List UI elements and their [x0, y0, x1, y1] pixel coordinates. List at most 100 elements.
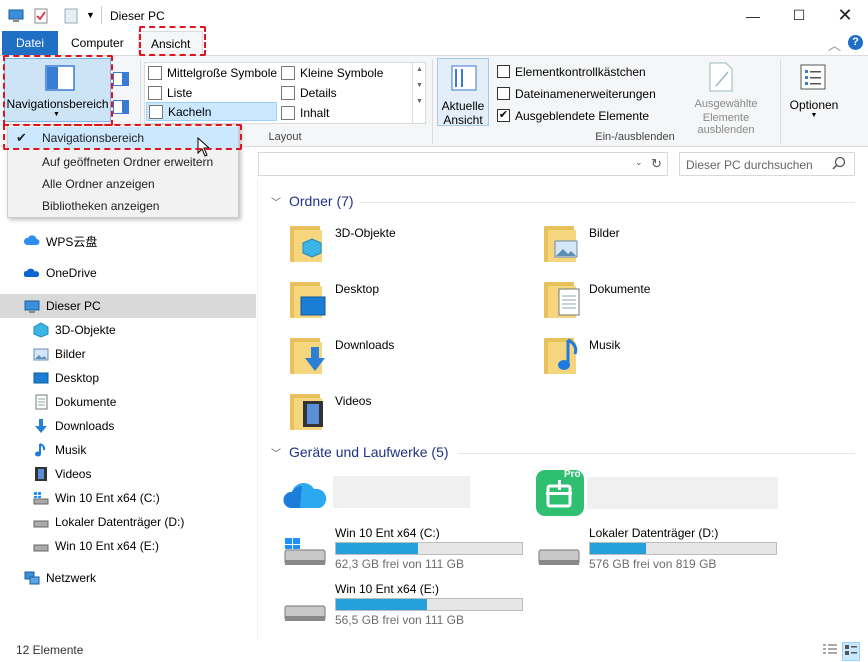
hard-drive-icon	[33, 514, 49, 530]
options-icon	[800, 64, 826, 93]
layout-content[interactable]: Inhalt	[281, 103, 329, 122]
item-checkboxes-toggle[interactable]: Elementkontrollkästchen	[497, 62, 646, 81]
tab-datei[interactable]: Datei	[2, 31, 59, 55]
pane-divider	[257, 178, 258, 640]
nav-item-drive-c[interactable]: Win 10 Ent x64 (C:)	[33, 486, 160, 510]
download-arrow-icon	[33, 418, 49, 434]
drive-free-text: 576 GB frei von 819 GB	[589, 557, 717, 571]
current-view-label-2: Ansicht	[443, 113, 483, 127]
hard-drive-icon	[33, 538, 49, 554]
nav-item-wps[interactable]: WPS云盘	[23, 229, 97, 253]
folders-section-header[interactable]: ﹀ Ordner (7)	[271, 193, 354, 209]
options-button[interactable]: Optionen ▼	[786, 60, 842, 126]
folder-label: Dokumente	[589, 282, 651, 296]
nav-item-videos[interactable]: Videos	[33, 462, 91, 486]
small-icons-icon	[281, 65, 295, 80]
folder-icon	[290, 276, 330, 320]
quick-access-dropdown-icon[interactable]: ▼	[86, 10, 102, 26]
collapse-ribbon-icon[interactable]: ︿	[828, 35, 841, 54]
nav-item-network[interactable]: Netzwerk	[24, 566, 96, 590]
chevron-down-icon: ▼	[810, 112, 818, 119]
window-title: Dieser PC	[110, 9, 165, 23]
drive-label: Win 10 Ent x64 (E:)	[335, 582, 440, 596]
folder-label: Downloads	[335, 338, 395, 352]
nav-item-3d-objects[interactable]: 3D-Objekte	[33, 318, 116, 342]
nav-item-documents[interactable]: Dokumente	[33, 390, 116, 414]
details-view-icon[interactable]	[822, 643, 838, 658]
current-view-icon	[451, 65, 477, 94]
layout-small-icons[interactable]: Kleine Symbole	[281, 63, 383, 82]
nav-label: OneDrive	[46, 266, 97, 280]
music-note-icon	[33, 442, 49, 458]
layout-list[interactable]: Liste	[148, 83, 192, 102]
pictures-icon	[33, 346, 49, 362]
tiles-view-icon[interactable]	[842, 642, 860, 661]
search-input[interactable]: Dieser PC durchsuchen	[679, 152, 855, 176]
nav-label: Bilder	[55, 347, 86, 361]
layout-details-label: Details	[300, 85, 337, 100]
nav-item-drive-d[interactable]: Lokaler Datenträger (D:)	[33, 510, 184, 534]
nav-label: Musik	[55, 443, 87, 457]
hide-selected-icon	[708, 62, 734, 95]
highlight-navigation-pane-item	[3, 124, 242, 150]
folder-label: Videos	[335, 394, 372, 408]
nav-item-downloads[interactable]: Downloads	[33, 414, 114, 438]
nav-label: Dokumente	[55, 395, 117, 409]
list-icon	[148, 85, 162, 100]
nav-label: Dieser PC	[46, 299, 101, 313]
layout-medium-icons[interactable]: Mittelgroße Symbole	[148, 63, 277, 82]
tab-computer[interactable]: Computer	[59, 31, 136, 55]
nav-item-desktop[interactable]: Desktop	[33, 366, 99, 390]
folder-icon	[544, 276, 584, 320]
drive-free-text: 56,5 GB frei von 111 GB	[335, 613, 464, 627]
nav-item-onedrive[interactable]: OneDrive	[23, 261, 97, 285]
gallery-scroll[interactable]: ▲ ▼ ▼	[412, 62, 426, 124]
layout-group-label: Layout	[268, 131, 302, 143]
drive-usage-bar	[335, 598, 523, 611]
ribbon-separator	[780, 60, 781, 144]
layout-details[interactable]: Details	[281, 83, 337, 102]
minimize-button[interactable]: —	[730, 0, 776, 31]
details-pane-icon[interactable]	[113, 100, 129, 117]
folder-icon	[544, 332, 584, 376]
drive-usage-fill	[590, 543, 646, 554]
layout-tiles-label: Kacheln	[168, 104, 212, 119]
menu-item-show-libraries[interactable]: Bibliotheken anzeigen	[8, 195, 238, 217]
help-icon[interactable]: ?	[848, 35, 863, 50]
nav-label: Win 10 Ent x64 (C:)	[55, 491, 160, 505]
this-pc-icon	[8, 8, 24, 24]
folder-label: Bilder	[589, 226, 620, 240]
refresh-icon[interactable]: ↻	[651, 156, 662, 172]
3d-objects-icon	[33, 322, 49, 338]
nav-item-music[interactable]: Musik	[33, 438, 86, 462]
nav-label: Desktop	[55, 371, 100, 385]
nav-label: Netzwerk	[46, 571, 97, 585]
nav-item-pictures[interactable]: Bilder	[33, 342, 86, 366]
layout-content-label: Inhalt	[300, 105, 330, 120]
folder-icon	[290, 388, 330, 432]
address-dropdown-icon[interactable]: ⌄	[635, 157, 643, 168]
close-button[interactable]: ✕	[822, 0, 868, 31]
drive-usage-bar	[589, 542, 777, 555]
preview-pane-icon[interactable]	[113, 72, 129, 89]
folder-label: 3D-Objekte	[335, 226, 396, 240]
maximize-button[interactable]: ☐	[776, 0, 822, 31]
nav-label: Lokaler Datenträger (D:)	[55, 515, 185, 529]
wps-cloud-icon	[23, 233, 40, 249]
nav-item-this-pc[interactable]: Dieser PC	[24, 294, 101, 318]
hidden-items-toggle[interactable]: ✔ Ausgeblendete Elemente	[497, 106, 649, 125]
current-view-button[interactable]: Aktuelle Ansicht	[437, 58, 489, 127]
file-extensions-toggle[interactable]: Dateinamenerweiterungen	[497, 84, 656, 103]
properties-icon[interactable]	[33, 8, 49, 24]
menu-item-show-all-folders[interactable]: Alle Ordner anzeigen	[8, 173, 238, 195]
checkbox-checked-icon: ✔	[497, 109, 510, 122]
hide-selected-button[interactable]: Ausgewählte Elemente ausblenden	[676, 60, 776, 136]
address-bar[interactable]: ⌄ ↻	[258, 152, 668, 176]
new-folder-icon[interactable]	[63, 8, 79, 24]
nav-item-drive-e[interactable]: Win 10 Ent x64 (E:)	[33, 534, 159, 558]
layout-tiles[interactable]: Kacheln	[146, 102, 277, 121]
nav-label: Downloads	[55, 419, 115, 433]
devices-section-header[interactable]: ﹀ Geräte und Laufwerke (5)	[271, 444, 449, 460]
onedrive-icon	[23, 265, 40, 281]
content-icon	[281, 105, 295, 120]
